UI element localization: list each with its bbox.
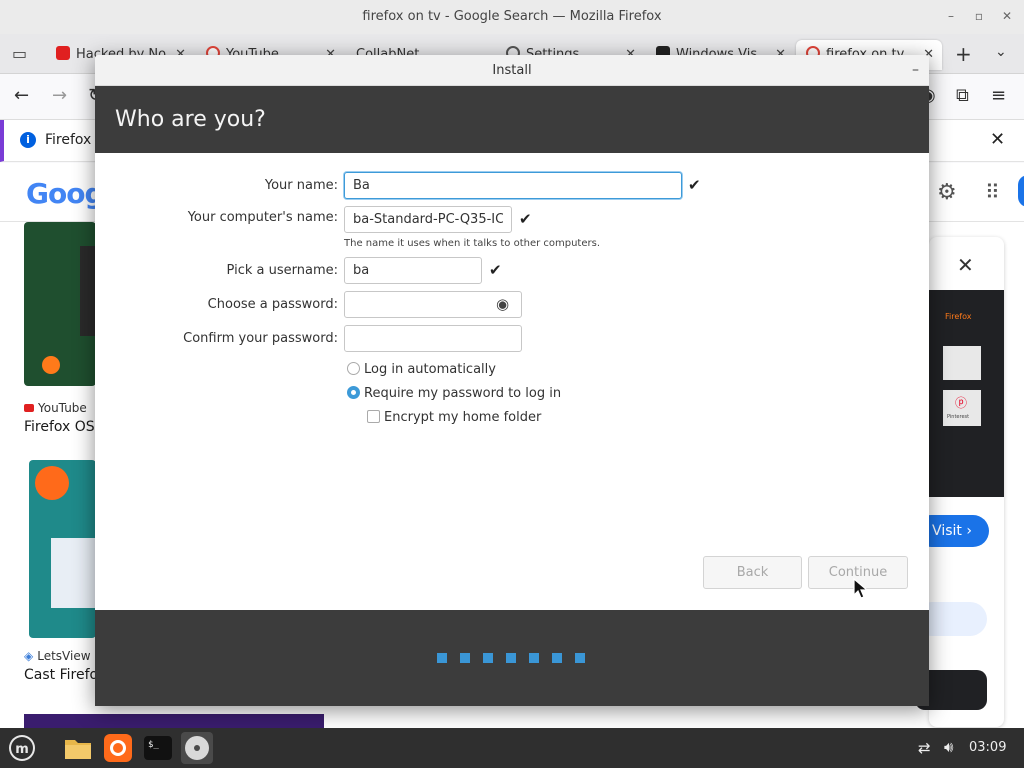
installer-form: Your name: ✔ Your computer's name: ✔ The… — [95, 153, 929, 610]
checkmark-icon: ✔ — [489, 261, 502, 279]
firefox-icon — [42, 356, 60, 374]
checkbox-icon[interactable] — [367, 410, 380, 423]
page-title: Who are you? — [115, 107, 266, 132]
installer-dialog: Install – Who are you? Your name: ✔ Your… — [95, 55, 929, 706]
radio-on-icon[interactable] — [347, 386, 360, 399]
maximize-icon[interactable]: ▫ — [972, 9, 986, 23]
progress-dot — [552, 653, 562, 663]
apps-grid-icon[interactable]: ⠿ — [985, 180, 1000, 204]
confirm-password-input[interactable] — [344, 325, 522, 352]
require-password-label: Require my password to log in — [364, 386, 562, 401]
firefox-titlebar: firefox on tv - Google Search — Mozilla … — [0, 0, 1024, 34]
panel-thumb-caption: Pinterest — [947, 414, 970, 420]
installer-disc-icon[interactable] — [181, 732, 213, 764]
terminal-icon[interactable]: $_ — [142, 732, 174, 764]
login-automatically-radio[interactable]: Log in automatically — [347, 362, 496, 377]
result-thumbnail[interactable] — [29, 460, 96, 638]
your-name-label: Your name: — [264, 178, 338, 193]
pinterest-icon: ⓟ — [955, 396, 968, 410]
panel-close-icon[interactable]: ✕ — [957, 253, 974, 277]
computer-name-input[interactable] — [344, 206, 512, 233]
forward-arrow-icon[interactable]: → — [52, 86, 67, 106]
installer-header: Who are you? — [95, 86, 929, 153]
progress-dot — [437, 653, 447, 663]
result-thumbnail[interactable] — [24, 714, 324, 728]
back-arrow-icon[interactable]: ← — [14, 86, 29, 106]
panel-thumb — [943, 346, 981, 380]
new-tab-icon[interactable]: + — [955, 42, 972, 66]
firefox-logo-icon — [35, 466, 69, 500]
progress-dot — [483, 653, 493, 663]
firefox-icon[interactable] — [102, 732, 134, 764]
google-logo[interactable]: Goog — [26, 177, 104, 210]
firefox-window-title: firefox on tv - Google Search — Mozilla … — [362, 9, 662, 24]
your-name-input[interactable] — [344, 172, 682, 199]
taskbar: m $_ ⇄ 🔊︎ 03:09 — [0, 728, 1024, 768]
panel-thumb-label: Firefox — [945, 312, 972, 321]
progress-dot — [506, 653, 516, 663]
show-password-eye-icon[interactable]: ◉ — [496, 295, 509, 313]
require-password-radio[interactable]: Require my password to log in — [347, 386, 561, 401]
installer-window-title: Install — [492, 63, 532, 78]
tab-overview-icon[interactable]: ▭ — [12, 44, 27, 63]
progress-dot — [575, 653, 585, 663]
radio-off-icon[interactable] — [347, 362, 360, 375]
youtube-icon — [24, 404, 34, 412]
computer-name-hint: The name it uses when it talks to other … — [344, 238, 601, 249]
password-label: Choose a password: — [207, 297, 338, 312]
side-panel: ✕ Firefox ⓟ Pinterest Visit › — [915, 237, 1004, 727]
info-icon: i — [20, 132, 36, 148]
result-source: ◈ LetsView — [24, 649, 91, 663]
result-title[interactable]: Firefox OS — [24, 419, 95, 435]
result-source: YouTube — [24, 401, 87, 415]
installer-titlebar: Install – — [95, 55, 929, 86]
username-input[interactable] — [344, 257, 482, 284]
encrypt-home-label: Encrypt my home folder — [384, 410, 542, 425]
close-icon[interactable]: ✕ — [1000, 9, 1014, 23]
result-thumbnail[interactable] — [24, 222, 96, 386]
computer-name-label: Your computer's name: — [187, 210, 338, 225]
tv-screen-shape — [80, 246, 96, 336]
panel-image: Firefox ⓟ Pinterest — [929, 290, 1004, 497]
settings-gear-icon[interactable]: ⚙ — [937, 180, 957, 205]
extensions-icon[interactable]: ⧉ — [956, 86, 969, 106]
svg-text:m: m — [15, 742, 29, 757]
checkmark-icon: ✔ — [688, 176, 701, 194]
network-icon[interactable]: ⇄ — [918, 739, 931, 757]
result-source-label: LetsView — [37, 649, 91, 663]
volume-icon[interactable]: 🔊︎ — [944, 738, 953, 756]
confirm-password-label: Confirm your password: — [183, 331, 338, 346]
progress-dot — [460, 653, 470, 663]
mint-menu-icon[interactable]: m — [6, 732, 38, 764]
youtube-icon — [56, 46, 70, 60]
panel-thumb: ⓟ Pinterest — [943, 390, 981, 426]
files-icon[interactable] — [62, 732, 94, 764]
back-button[interactable]: Back — [703, 556, 802, 589]
progress-dot — [529, 653, 539, 663]
laptop-screen-shape — [51, 538, 96, 608]
checkmark-icon: ✔ — [519, 210, 532, 228]
letsview-icon: ◈ — [24, 649, 34, 663]
result-source-label: YouTube — [38, 401, 87, 415]
encrypt-home-checkbox[interactable]: Encrypt my home folder — [367, 410, 541, 425]
username-label: Pick a username: — [226, 263, 338, 278]
minimize-icon[interactable]: – — [944, 9, 958, 23]
menu-icon[interactable]: ≡ — [991, 86, 1006, 106]
avatar[interactable] — [1018, 175, 1024, 207]
result-title[interactable]: Cast Firefo — [24, 667, 98, 683]
notification-close-icon[interactable]: ✕ — [990, 129, 1005, 150]
login-automatically-label: Log in automatically — [364, 362, 496, 377]
minimize-icon[interactable]: – — [912, 55, 919, 86]
list-tabs-icon[interactable]: ⌄ — [995, 44, 1007, 60]
installer-progress-footer — [95, 610, 929, 706]
svg-text:$_: $_ — [148, 740, 159, 750]
clock[interactable]: 03:09 — [969, 740, 1006, 755]
